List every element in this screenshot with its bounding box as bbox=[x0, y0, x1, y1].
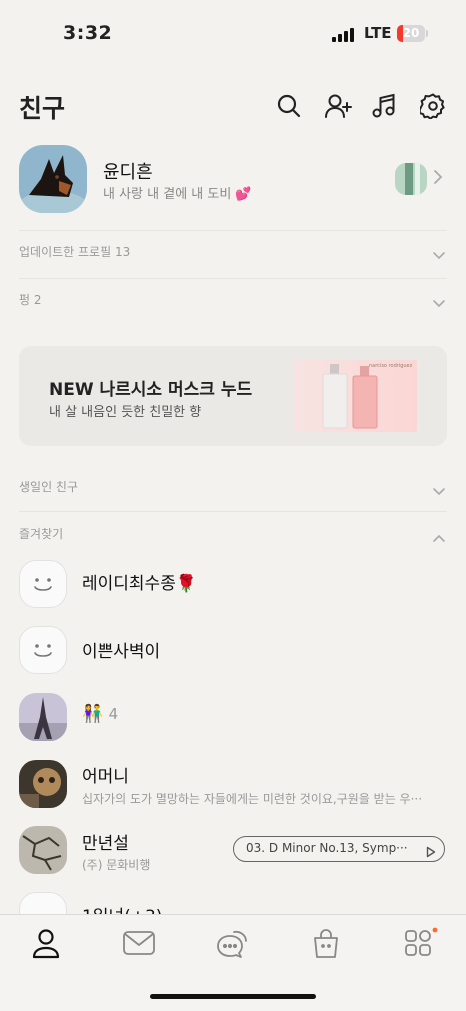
friend-name[interactable]: 레이디최수종🌹 bbox=[82, 569, 197, 594]
divider bbox=[19, 230, 447, 231]
friend-avatar-mother[interactable] bbox=[19, 760, 67, 808]
add-friend-icon[interactable] bbox=[325, 93, 352, 119]
friend-name[interactable]: 이쁜사벽이 bbox=[82, 637, 160, 662]
section-pyeong[interactable]: 펑 2 bbox=[19, 291, 42, 308]
default-avatar-icon[interactable] bbox=[19, 626, 67, 674]
battery-cap bbox=[426, 30, 428, 37]
ad-image: narciso rodriguez bbox=[293, 360, 417, 432]
search-icon[interactable] bbox=[276, 93, 302, 119]
my-profile-status: 내 사랑 내 곁에 내 도비 💕 bbox=[103, 187, 252, 202]
divider bbox=[19, 278, 447, 279]
chats-tab-icon[interactable] bbox=[119, 926, 159, 960]
chevron-up-icon[interactable] bbox=[432, 528, 446, 547]
friend-avatar-crack[interactable] bbox=[19, 826, 67, 874]
section-favorites[interactable]: 즐겨찾기 bbox=[19, 525, 63, 542]
default-avatar-icon[interactable] bbox=[19, 560, 67, 608]
friend-avatar-eiffel[interactable] bbox=[19, 693, 67, 741]
settings-icon[interactable] bbox=[420, 93, 446, 119]
status-time: 3:32 bbox=[63, 22, 113, 44]
page-title: 친구 bbox=[19, 94, 66, 123]
friend-status-message: 십자가의 도가 멸망하는 자들에게는 미련한 것이요,구원을 받는 우··· bbox=[82, 792, 423, 806]
shopping-tab-icon[interactable] bbox=[306, 926, 346, 960]
signal-icon bbox=[332, 27, 356, 46]
friends-tab-icon[interactable] bbox=[26, 926, 66, 960]
openchat-tab-icon[interactable] bbox=[212, 926, 252, 960]
more-tab-icon[interactable] bbox=[399, 926, 439, 960]
friend-emoji-name: 👫 bbox=[82, 704, 104, 724]
member-count: 4 bbox=[108, 705, 119, 723]
profile-music-pill[interactable]: 03. D Minor No.13, Symp··· bbox=[233, 836, 445, 862]
music-title: 03. D Minor No.13, Symp··· bbox=[246, 841, 408, 855]
battery-icon: 20 bbox=[397, 25, 425, 42]
network-type: LTE bbox=[364, 24, 392, 42]
divider bbox=[19, 511, 447, 512]
friend-status-message: (주) 문화비행 bbox=[82, 858, 151, 872]
chevron-down-icon[interactable] bbox=[432, 293, 446, 312]
ad-title: NEW 나르시소 머스크 누드 bbox=[49, 380, 253, 400]
ad-subtitle: 내 살 내음인 듯한 친밀한 향 bbox=[49, 405, 202, 420]
my-profile-name: 윤디흔 bbox=[103, 162, 153, 183]
play-icon[interactable] bbox=[426, 843, 436, 862]
ad-banner[interactable]: NEW 나르시소 머스크 누드 내 살 내음인 듯한 친밀한 향 narciso… bbox=[19, 346, 447, 446]
chevron-down-icon[interactable] bbox=[432, 481, 446, 500]
friend-name[interactable]: 만년설 bbox=[82, 829, 129, 854]
friend-name-emoji[interactable]: 👫 4 bbox=[82, 704, 118, 724]
music-icon[interactable] bbox=[372, 93, 398, 119]
section-updated-profiles[interactable]: 업데이트한 프로필 13 bbox=[19, 243, 130, 260]
home-indicator[interactable] bbox=[150, 994, 316, 999]
profile-music-thumbnail[interactable] bbox=[395, 163, 427, 195]
friend-name[interactable]: 어머니 bbox=[82, 762, 129, 787]
section-birthday[interactable]: 생일인 친구 bbox=[19, 478, 78, 495]
battery-text: 20 bbox=[402, 26, 420, 40]
friend-name[interactable]: 1일녀(+3) bbox=[82, 902, 162, 914]
my-profile-avatar[interactable] bbox=[19, 145, 87, 213]
chevron-down-icon[interactable] bbox=[432, 245, 446, 264]
chevron-right-icon[interactable] bbox=[433, 169, 443, 189]
